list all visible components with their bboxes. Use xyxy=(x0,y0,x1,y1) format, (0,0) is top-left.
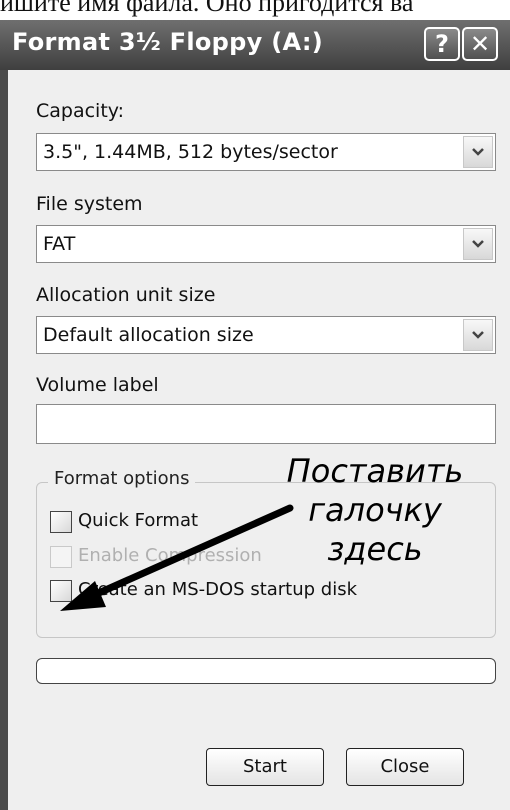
quick-format-checkbox[interactable] xyxy=(50,511,72,533)
title-bar[interactable]: Format 3½ Floppy (A:) ? ✕ xyxy=(0,20,510,70)
format-dialog: Format 3½ Floppy (A:) ? ✕ Capacity: 3.5"… xyxy=(0,20,510,810)
close-button[interactable]: Close xyxy=(346,748,464,786)
annotation-line-3: здесь xyxy=(327,530,423,568)
enable-compression-label: Enable Compression xyxy=(78,545,262,566)
annotation-text: Поставить галочку здесь xyxy=(250,452,500,569)
start-button[interactable]: Start xyxy=(206,748,324,786)
capacity-select[interactable]: 3.5", 1.44MB, 512 bytes/sector xyxy=(36,133,496,171)
volume-label-input[interactable] xyxy=(36,404,496,444)
close-window-button[interactable]: ✕ xyxy=(462,27,498,61)
chevron-down-icon[interactable] xyxy=(463,228,493,260)
enable-compression-checkbox xyxy=(50,546,72,568)
annotation-line-1: Поставить xyxy=(286,452,464,490)
dialog-body: Capacity: 3.5", 1.44MB, 512 bytes/sector… xyxy=(8,70,510,810)
format-options-legend: Format options xyxy=(48,468,196,489)
allocation-unit-select[interactable]: Default allocation size xyxy=(36,316,496,354)
volume-label-label: Volume label xyxy=(36,374,159,396)
allocation-unit-value: Default allocation size xyxy=(43,324,254,346)
chevron-down-icon[interactable] xyxy=(463,136,493,168)
quick-format-label[interactable]: Quick Format xyxy=(78,510,198,531)
format-progress-bar xyxy=(36,658,496,684)
window-title: Format 3½ Floppy (A:) xyxy=(12,28,323,56)
file-system-label: File system xyxy=(36,193,143,215)
chevron-down-icon[interactable] xyxy=(463,319,493,351)
allocation-unit-label: Allocation unit size xyxy=(36,284,216,306)
capacity-label: Capacity: xyxy=(36,100,125,122)
file-system-value: FAT xyxy=(43,233,76,255)
help-button[interactable]: ? xyxy=(424,27,460,61)
ms-dos-startup-checkbox[interactable] xyxy=(50,580,72,602)
capacity-value: 3.5", 1.44MB, 512 bytes/sector xyxy=(43,141,338,163)
file-system-select[interactable]: FAT xyxy=(36,225,496,263)
ms-dos-startup-label[interactable]: Create an MS-DOS startup disk xyxy=(78,579,357,600)
annotation-line-2: галочку xyxy=(308,491,442,529)
